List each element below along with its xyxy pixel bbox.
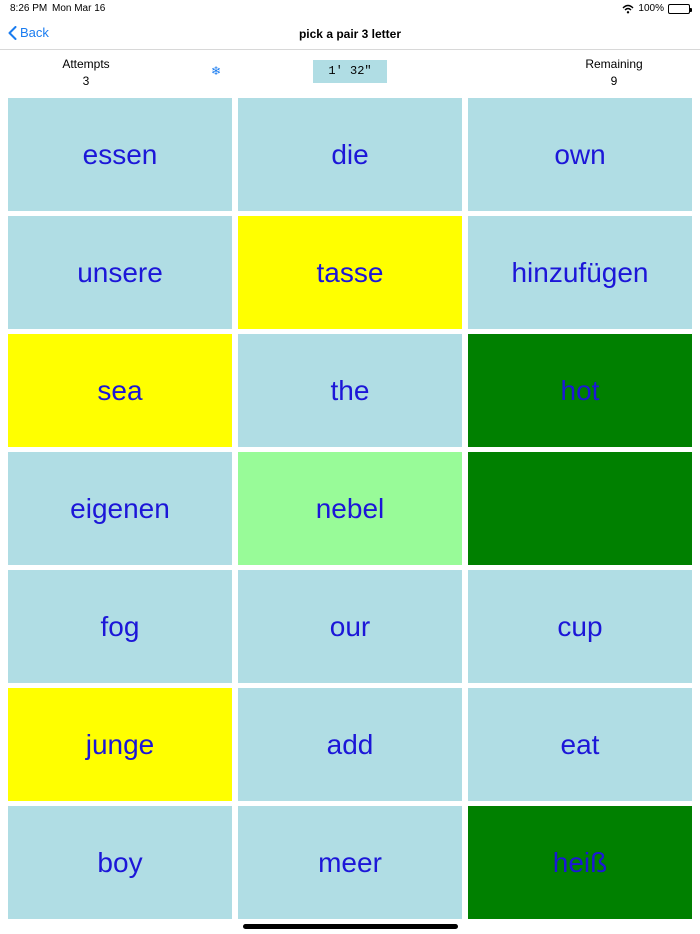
remaining-label: Remaining <box>585 57 643 71</box>
word-tile[interactable]: hot <box>468 334 692 447</box>
word-tile-label: own <box>554 138 606 170</box>
word-tile[interactable]: own <box>468 98 692 211</box>
word-tile-label: tasse <box>316 256 384 288</box>
word-tile-label: our <box>329 610 371 642</box>
word-tile[interactable]: essen <box>8 98 232 211</box>
word-tile[interactable]: die <box>238 98 462 211</box>
word-tile-label: nebel <box>315 492 385 524</box>
word-tile[interactable]: meer <box>238 806 462 919</box>
word-tile-label: cup <box>557 610 603 642</box>
word-tile[interactable]: junge <box>8 688 232 801</box>
attempts-stat: Attempts 3 <box>16 56 156 90</box>
attempts-label: Attempts <box>62 57 110 71</box>
timer-display: 1' 32" <box>313 60 387 83</box>
word-tile[interactable]: hinzufügen <box>468 216 692 329</box>
word-tile[interactable]: fog <box>8 570 232 683</box>
status-time: 8:26 PM <box>10 3 48 14</box>
remaining-value: 9 <box>610 74 618 88</box>
word-tile-label: meer <box>318 846 382 878</box>
wifi-icon <box>622 4 634 13</box>
snowflake-icon[interactable]: ❄ <box>211 64 221 78</box>
status-indicators: 100% <box>622 3 692 14</box>
word-tile[interactable] <box>468 452 692 565</box>
word-tile[interactable]: sea <box>8 334 232 447</box>
word-tile-label: hot <box>560 374 600 406</box>
battery-percent: 100% <box>638 3 664 14</box>
word-tile-label: fog <box>100 610 140 642</box>
word-tile[interactable]: add <box>238 688 462 801</box>
word-tile[interactable]: eigenen <box>8 452 232 565</box>
remaining-stat: Remaining 9 <box>544 56 684 90</box>
word-tile-label: unsere <box>77 256 163 288</box>
word-tile-label: die <box>331 138 369 170</box>
word-tile-label: add <box>326 728 374 760</box>
home-indicator <box>243 924 458 929</box>
word-tile[interactable]: the <box>238 334 462 447</box>
word-tile-label: heiß <box>552 846 608 878</box>
navigation-bar: Back pick a pair 3 letter <box>0 18 700 50</box>
word-tile[interactable]: unsere <box>8 216 232 329</box>
word-tile-grid: essen die own unsere tasse hinzufügen sea the ho… <box>8 98 692 919</box>
word-tile-label: sea <box>97 374 143 406</box>
status-date: Mon Mar 16 <box>52 3 106 14</box>
word-tile-label: junge <box>85 728 155 760</box>
word-tile[interactable]: heiß <box>468 806 692 919</box>
word-tile[interactable]: cup <box>468 570 692 683</box>
word-tile[interactable]: boy <box>8 806 232 919</box>
page-title: pick a pair 3 letter <box>298 27 402 41</box>
word-tile-label: essen <box>82 138 158 170</box>
battery-icon <box>668 3 692 14</box>
status-bar: 8:26 PM Mon Mar 16 100% <box>0 0 700 18</box>
word-tile[interactable]: tasse <box>238 216 462 329</box>
word-tile-label: eigenen <box>70 492 170 524</box>
word-tile[interactable]: nebel <box>238 452 462 565</box>
word-tile-label: hinzufügen <box>511 256 649 288</box>
word-tile-label: boy <box>97 846 143 878</box>
word-tile[interactable]: our <box>238 570 462 683</box>
attempts-value: 3 <box>82 74 90 88</box>
word-tile-label: the <box>330 374 370 406</box>
word-tile-label: eat <box>560 728 600 760</box>
word-tile[interactable]: eat <box>468 688 692 801</box>
game-stats: Attempts 3 ❄ 1' 32" Remaining 9 <box>0 51 700 97</box>
